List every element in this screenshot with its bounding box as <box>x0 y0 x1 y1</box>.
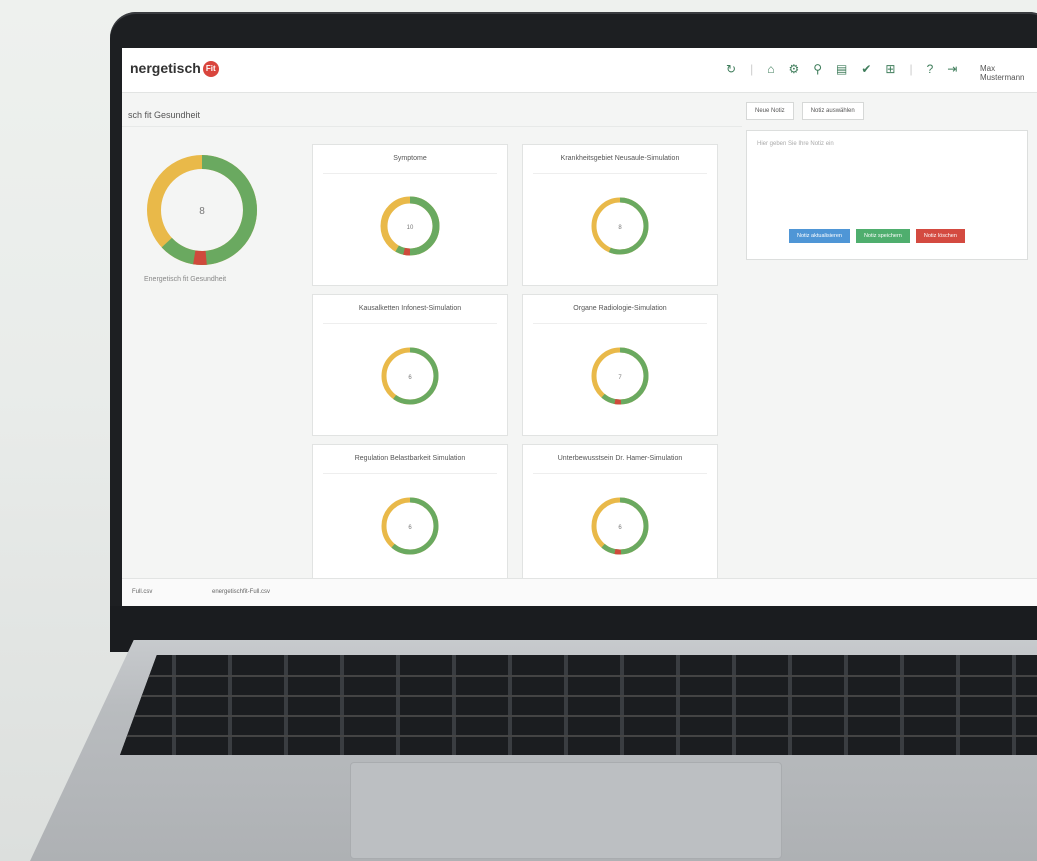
select-note-dropdown[interactable]: Notiz auswählen <box>801 102 864 120</box>
unterbewusstsein-value: 6 <box>618 525 622 531</box>
brand-logo[interactable]: nergetisch Fit <box>130 60 219 78</box>
pin-icon[interactable]: ⚲ <box>813 62 822 76</box>
card-regulation[interactable]: Regulation Belastbarkeit Simulation 6 <box>312 444 508 580</box>
screen: nergetisch Fit ↻ | ⌂ ⚙ ⚲ ▤ ✔ ⊞ | ? ⇥ Max … <box>122 48 1037 606</box>
card-title: Kausalketten Infonest-Simulation <box>358 305 462 312</box>
user-name[interactable]: Max Mustermann <box>980 64 1037 82</box>
card-title: Regulation Belastbarkeit Simulation <box>354 455 466 462</box>
card-symptome[interactable]: Symptome 10 <box>312 144 508 286</box>
settings-icon[interactable]: ⚙ <box>788 62 799 76</box>
main-donut-value: 8 <box>199 206 205 217</box>
cart-icon[interactable]: ⊞ <box>885 62 895 76</box>
note-editor[interactable]: Hier geben Sie Ihre Notiz ein Notiz aktu… <box>746 130 1028 260</box>
regulation-value: 6 <box>408 525 412 531</box>
organe-value: 7 <box>618 375 622 381</box>
brand-badge: Fit <box>202 61 219 78</box>
card-title: Organe Radiologie-Simulation <box>573 305 667 312</box>
symptome-donut: 10 <box>380 196 440 256</box>
new-note-tab[interactable]: Neue Notiz <box>746 102 794 120</box>
card-organe[interactable]: Organe Radiologie-Simulation 7 <box>522 294 718 436</box>
card-title: Symptome <box>393 155 427 162</box>
logout-icon[interactable]: ⇥ <box>947 62 957 76</box>
krankheitsgebiet-donut: 8 <box>591 197 649 255</box>
main-donut-label: Energetisch fit Gesundheit <box>144 276 227 283</box>
keyboard <box>120 655 1037 755</box>
symptome-value: 10 <box>407 225 414 231</box>
card-kausalketten[interactable]: Kausalketten Infonest-Simulation 6 <box>312 294 508 436</box>
home-icon[interactable]: ⌂ <box>767 62 774 76</box>
card-unterbewusstsein[interactable]: Unterbewusstsein Dr. Hamer-Simulation 6 <box>522 444 718 580</box>
delete-note-button[interactable]: Notiz löschen <box>915 229 965 243</box>
app-header: nergetisch Fit ↻ | ⌂ ⚙ ⚲ ▤ ✔ ⊞ | ? ⇥ Max … <box>122 48 1037 93</box>
regulation-donut: 6 <box>381 497 439 555</box>
trackpad <box>350 762 782 859</box>
panel-divider <box>122 126 742 127</box>
check-icon[interactable]: ✔ <box>861 62 871 76</box>
document-icon[interactable]: ▤ <box>836 62 847 76</box>
download-item-1[interactable]: Full.csv <box>132 589 152 595</box>
download-item-2[interactable]: energetischfit-Full.csv <box>212 589 270 595</box>
downloads-bar: Full.csv energetischfit-Full.csv <box>122 578 1037 606</box>
krankheitsgebiet-value: 8 <box>618 225 622 231</box>
kausalketten-donut: 6 <box>381 347 439 405</box>
card-krankheitsgebiet[interactable]: Krankheitsgebiet Neusaule-Simulation 8 <box>522 144 718 286</box>
kausalketten-value: 6 <box>408 375 412 381</box>
panel-title: sch fit Gesundheit <box>128 110 201 120</box>
note-placeholder: Hier geben Sie Ihre Notiz ein <box>757 141 834 147</box>
main-donut-chart: 8 <box>147 155 257 265</box>
save-note-button[interactable]: Notiz speichern <box>855 229 910 243</box>
card-title: Krankheitsgebiet Neusaule-Simulation <box>560 155 680 162</box>
unterbewusstsein-donut: 6 <box>591 497 649 555</box>
help-icon[interactable]: ? <box>927 62 934 76</box>
update-note-button[interactable]: Notiz aktualisieren <box>789 229 850 243</box>
organe-donut: 7 <box>591 347 649 405</box>
refresh-icon[interactable]: ↻ <box>726 62 736 76</box>
card-title: Unterbewusstsein Dr. Hamer-Simulation <box>557 455 683 462</box>
